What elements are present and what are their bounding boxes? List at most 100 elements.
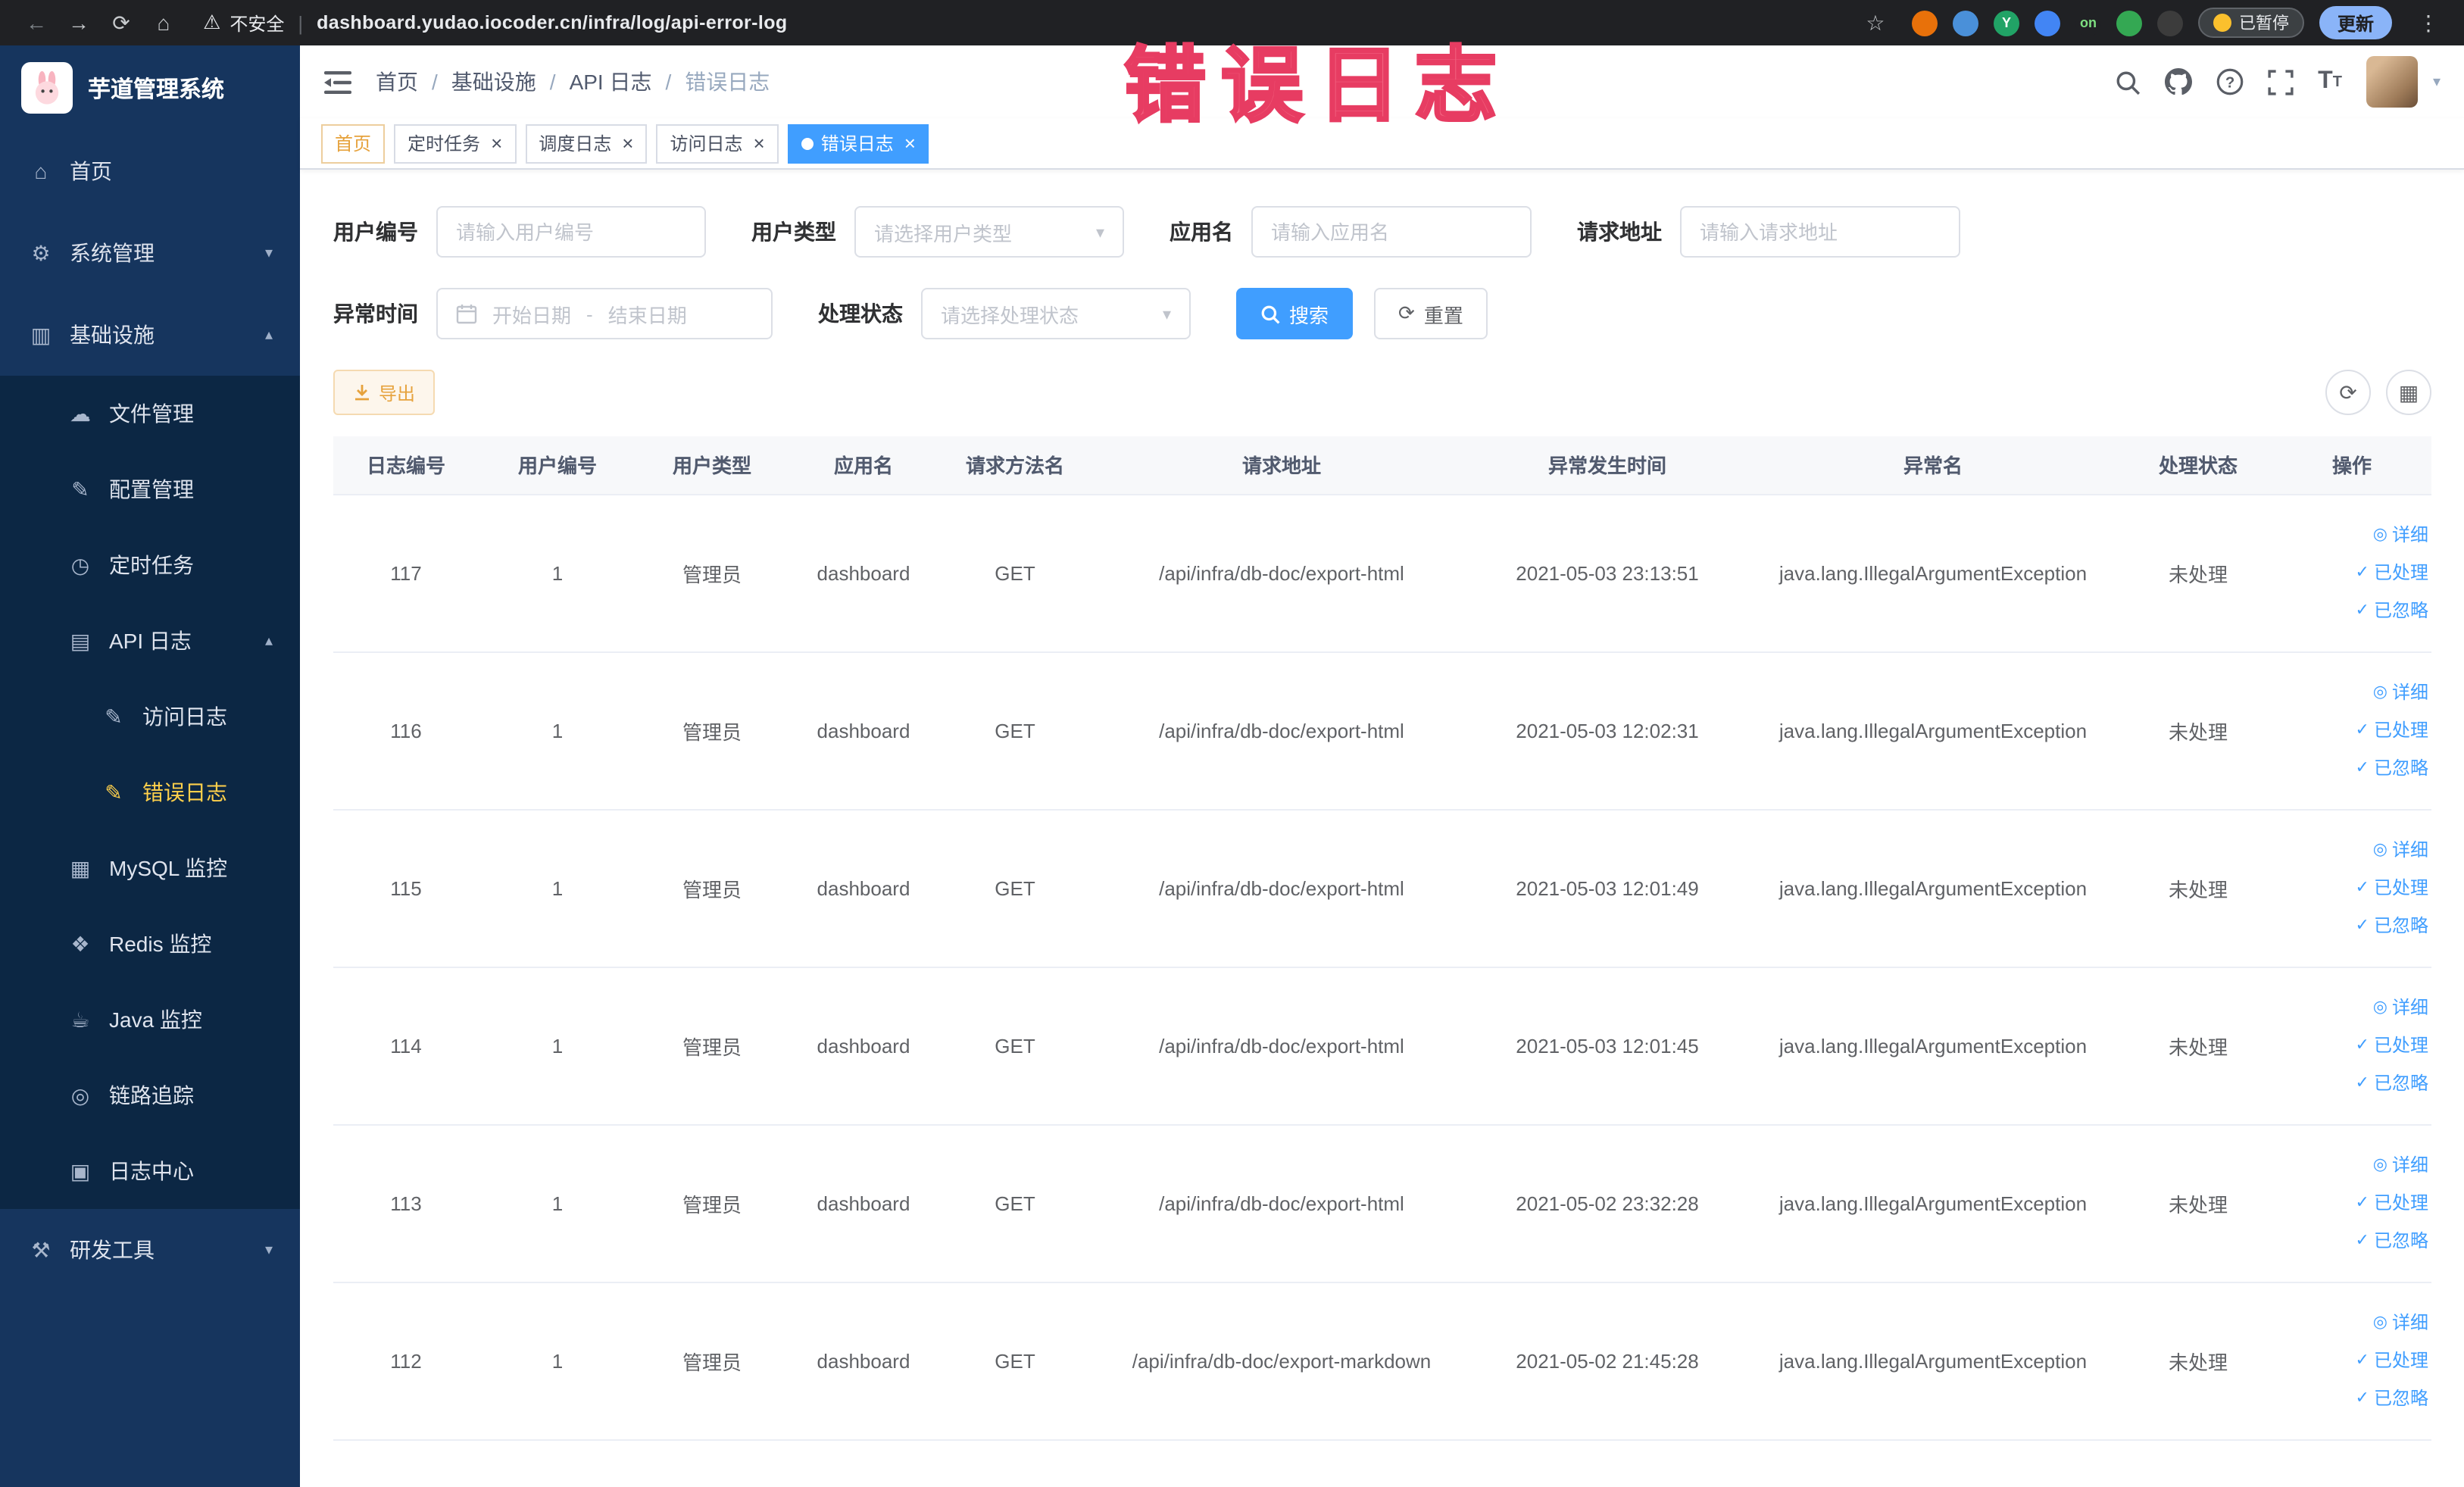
- sidebar-item-label: MySQL 监控: [109, 856, 228, 880]
- app-logo-row[interactable]: 芋道管理系统: [0, 45, 300, 130]
- action-mark-processed[interactable]: ✓ 已处理: [2278, 1184, 2428, 1222]
- action-mark-ignored[interactable]: ✓ 已忽略: [2278, 1222, 2428, 1260]
- sidebar-item-home[interactable]: ⌂ 首页: [0, 130, 300, 212]
- fullscreen-icon[interactable]: [2268, 69, 2294, 95]
- action-mark-processed[interactable]: ✓ 已处理: [2278, 711, 2428, 749]
- cell-url: /api/infra/db-doc/export-markdown: [1091, 1282, 1472, 1440]
- browser-update-button[interactable]: 更新: [2319, 6, 2392, 39]
- action-detail[interactable]: ◎ 详细: [2278, 1146, 2428, 1184]
- user-id-input[interactable]: [436, 206, 706, 258]
- process-status-select[interactable]: 请选择处理状态 ▾: [921, 288, 1191, 339]
- sidebar-item-java-monitor[interactable]: ☕ Java 监控: [0, 982, 300, 1057]
- action-detail[interactable]: ◎ 详细: [2278, 831, 2428, 869]
- filter-label: 处理状态: [818, 301, 903, 326]
- filter-label: 请求地址: [1577, 220, 1662, 244]
- browser-menu-icon[interactable]: ⋮: [2407, 10, 2450, 36]
- tab-home[interactable]: 首页: [321, 123, 386, 163]
- help-icon[interactable]: ?: [2216, 68, 2244, 95]
- refresh-icon: ⟳: [1398, 301, 1415, 324]
- timer-icon: ◷: [70, 552, 90, 576]
- app-name-input[interactable]: [1251, 206, 1532, 258]
- check-icon: ✓: [2355, 1193, 2369, 1211]
- address-bar[interactable]: dashboard.yudao.iocoder.cn/infra/log/api…: [317, 12, 787, 33]
- extension-avatar-icon[interactable]: Y: [1993, 10, 2019, 36]
- github-icon[interactable]: [2165, 68, 2193, 95]
- trace-icon: ◎: [70, 1082, 90, 1107]
- action-detail[interactable]: ◎ 详细: [2278, 1304, 2428, 1342]
- action-mark-ignored[interactable]: ✓ 已忽略: [2278, 1379, 2428, 1417]
- close-icon[interactable]: ×: [622, 133, 633, 153]
- close-icon[interactable]: ×: [904, 133, 916, 153]
- check-icon: ✓: [2355, 720, 2369, 739]
- action-mark-processed[interactable]: ✓ 已处理: [2278, 1026, 2428, 1064]
- font-size-icon[interactable]: [2318, 68, 2342, 95]
- sidebar-item-api-log[interactable]: ▤ API 日志 ▴: [0, 603, 300, 679]
- browser-back-icon[interactable]: ←: [15, 11, 58, 35]
- action-mark-ignored[interactable]: ✓ 已忽略: [2278, 749, 2428, 787]
- action-detail[interactable]: ◎ 详细: [2278, 516, 2428, 554]
- close-icon[interactable]: ×: [754, 133, 765, 153]
- action-mark-ignored[interactable]: ✓ 已忽略: [2278, 907, 2428, 945]
- tab-job-log[interactable]: 调度日志 ×: [525, 123, 648, 163]
- breadcrumb-item[interactable]: API 日志: [570, 67, 652, 97]
- action-label: 已处理: [2373, 719, 2428, 740]
- extension-dark-icon[interactable]: [2156, 10, 2183, 36]
- column-visibility-button[interactable]: ▦: [2386, 370, 2431, 415]
- sidebar-item-config-management[interactable]: ✎ 配置管理: [0, 451, 300, 527]
- sidebar-item-redis-monitor[interactable]: ❖ Redis 监控: [0, 906, 300, 982]
- tab-access-log[interactable]: 访问日志 ×: [656, 123, 779, 163]
- sidebar-item-label: 首页: [70, 159, 112, 183]
- exception-time-range-picker[interactable]: 开始日期 - 结束日期: [436, 288, 773, 339]
- page-content: 用户编号 用户类型 请选择用户类型 ▾ 应用名: [300, 170, 2464, 1487]
- reset-button[interactable]: ⟳ 重置: [1374, 288, 1488, 339]
- browser-home-icon[interactable]: ⌂: [142, 11, 185, 35]
- user-type-select[interactable]: 请选择用户类型 ▾: [854, 206, 1124, 258]
- user-avatar[interactable]: [2366, 56, 2418, 108]
- action-mark-ignored[interactable]: ✓ 已忽略: [2278, 1064, 2428, 1102]
- sidebar-item-mysql-monitor[interactable]: ▦ MySQL 监控: [0, 830, 300, 906]
- cell-user_id: 1: [479, 967, 636, 1125]
- search-button[interactable]: 搜索: [1236, 288, 1354, 339]
- search-icon[interactable]: [2115, 69, 2141, 95]
- action-mark-ignored[interactable]: ✓ 已忽略: [2278, 592, 2428, 629]
- extension-orange-icon[interactable]: [1911, 10, 1938, 36]
- cell-url: /api/infra/db-doc/export-html: [1091, 1124, 1472, 1282]
- breadcrumb-item[interactable]: 基础设施: [451, 67, 536, 97]
- tab-error-log[interactable]: 错误日志 ×: [787, 123, 929, 163]
- bookmark-star-icon[interactable]: ☆: [1854, 10, 1897, 36]
- mysql-icon: ▦: [70, 855, 91, 879]
- action-mark-processed[interactable]: ✓ 已处理: [2278, 1342, 2428, 1379]
- action-mark-processed[interactable]: ✓ 已处理: [2278, 869, 2428, 907]
- extension-grid-icon[interactable]: [2034, 10, 2060, 36]
- close-icon[interactable]: ×: [491, 133, 502, 153]
- tab-scheduled-jobs[interactable]: 定时任务 ×: [394, 123, 517, 163]
- action-detail[interactable]: ◎ 详细: [2278, 673, 2428, 711]
- user-menu-caret-icon[interactable]: ▾: [2433, 73, 2441, 90]
- browser-forward-icon[interactable]: →: [58, 11, 100, 35]
- export-button[interactable]: 导出: [333, 370, 436, 415]
- sidebar-item-error-log[interactable]: ✎ 错误日志: [0, 754, 300, 830]
- extension-on-badge[interactable]: on: [2075, 10, 2101, 36]
- sidebar-item-system-management[interactable]: ⚙ 系统管理 ▾: [0, 212, 300, 294]
- sidebar-item-tracing[interactable]: ◎ 链路追踪: [0, 1057, 300, 1133]
- sidebar-item-access-log[interactable]: ✎ 访问日志: [0, 679, 300, 754]
- breadcrumb-item[interactable]: 首页: [376, 67, 418, 97]
- sidebar-item-label: 错误日志: [142, 780, 227, 804]
- action-detail[interactable]: ◎ 详细: [2278, 989, 2428, 1026]
- request-url-input[interactable]: [1680, 206, 1960, 258]
- extension-blue-icon[interactable]: [1952, 10, 1978, 36]
- sidebar-item-log-center[interactable]: ▣ 日志中心: [0, 1133, 300, 1209]
- site-security-chip[interactable]: ⚠ 不安全: [203, 10, 284, 36]
- sidebar-item-dev-tools[interactable]: ⚒ 研发工具 ▾: [0, 1209, 300, 1291]
- browser-reload-icon[interactable]: ⟳: [100, 10, 142, 36]
- sidebar-item-file-management[interactable]: ☁ 文件管理: [0, 376, 300, 451]
- sidebar-item-infrastructure[interactable]: ▥ 基础设施 ▴: [0, 294, 300, 376]
- eye-icon: ◎: [2372, 683, 2387, 701]
- extension-green-icon[interactable]: [2116, 10, 2142, 36]
- sidebar-toggle-button[interactable]: [324, 70, 351, 93]
- action-mark-processed[interactable]: ✓ 已处理: [2278, 554, 2428, 592]
- paused-extension-badge[interactable]: 已暂停: [2197, 8, 2304, 38]
- sidebar-item-scheduled-jobs[interactable]: ◷ 定时任务: [0, 527, 300, 603]
- eye-icon: ◎: [2372, 998, 2387, 1016]
- refresh-button[interactable]: ⟳: [2325, 370, 2371, 415]
